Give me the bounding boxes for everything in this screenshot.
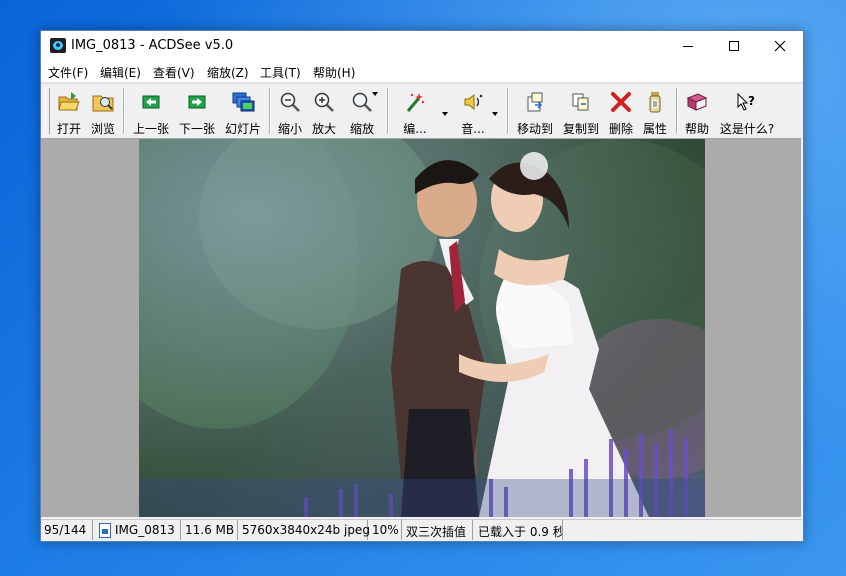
next-label: 下一张 bbox=[178, 122, 215, 136]
status-bar: 95/144 IMG_0813 11.6 MB 5760x3840x24b jp… bbox=[41, 519, 801, 540]
copy-to-label: 复制到 bbox=[562, 122, 599, 136]
status-interpolation-cell: 双三次插值 bbox=[402, 520, 473, 540]
whats-this-icon: ? bbox=[737, 92, 755, 111]
browse-button[interactable]: 浏览 bbox=[87, 86, 119, 136]
toolbar-separator bbox=[387, 88, 389, 134]
status-dimensions-cell: 5760x3840x24b jpeg bbox=[238, 520, 370, 540]
properties-icon bbox=[649, 92, 661, 113]
status-filesize: 11.6 MB bbox=[185, 523, 235, 537]
next-button[interactable]: 下一张 bbox=[175, 86, 219, 136]
chevron-down-icon bbox=[372, 92, 378, 96]
whats-this-label: 这是什么? bbox=[719, 122, 775, 136]
menu-file[interactable]: 文件(F) bbox=[48, 64, 88, 81]
zoom-out-label: 缩小 bbox=[277, 122, 302, 136]
edit-button[interactable]: 编... bbox=[393, 86, 437, 136]
help-label: 帮助 bbox=[684, 122, 709, 136]
zoom-in-label: 放大 bbox=[311, 122, 336, 136]
edit-dropdown-arrow[interactable] bbox=[441, 109, 450, 118]
properties-label: 属性 bbox=[642, 122, 667, 136]
acdsee-window: IMG_0813 - ACDSee v5.0 文件(F) 编辑(E) 查看(V)… bbox=[40, 30, 804, 542]
image-file-icon bbox=[99, 523, 111, 538]
slideshow-button[interactable]: 幻灯片 bbox=[221, 86, 265, 136]
help-button[interactable]: 帮助 bbox=[681, 86, 713, 136]
zoom-in-button[interactable]: 放大 bbox=[308, 86, 340, 136]
status-interpolation: 双三次插值 bbox=[406, 525, 467, 539]
status-index-cell: 95/144 bbox=[41, 520, 93, 540]
sound-label: 音... bbox=[461, 122, 485, 136]
close-button[interactable] bbox=[757, 31, 803, 61]
slideshow-icon bbox=[232, 92, 255, 112]
window-title: IMG_0813 - ACDSee v5.0 bbox=[71, 38, 234, 53]
chevron-down-icon bbox=[442, 112, 448, 116]
next-icon bbox=[188, 95, 206, 109]
zoom-in-icon bbox=[314, 92, 334, 112]
chevron-down-icon bbox=[492, 112, 498, 116]
toolbar-separator bbox=[269, 88, 271, 134]
toolbar-separator bbox=[676, 88, 678, 134]
open-button[interactable]: 打开 bbox=[53, 86, 85, 136]
sound-dropdown-arrow[interactable] bbox=[491, 109, 500, 118]
status-filename-cell: IMG_0813 bbox=[93, 520, 181, 540]
menu-tools[interactable]: 工具(T) bbox=[260, 64, 301, 81]
zoom-out-icon bbox=[280, 92, 300, 112]
zoom-label: 缩放 bbox=[349, 122, 374, 136]
acdsee-app-icon[interactable] bbox=[50, 38, 66, 53]
status-dimensions: 5760x3840x24b jpeg bbox=[242, 523, 370, 537]
toolbar-separator bbox=[123, 88, 125, 134]
help-book-icon bbox=[686, 93, 708, 111]
edit-label: 编... bbox=[403, 122, 427, 136]
delete-button[interactable]: 删除 bbox=[605, 86, 637, 136]
magic-wand-icon bbox=[406, 93, 425, 112]
title-bar[interactable]: IMG_0813 - ACDSee v5.0 bbox=[41, 31, 803, 61]
sound-button[interactable]: 音... bbox=[451, 86, 495, 136]
previous-icon bbox=[142, 95, 160, 109]
status-index: 95/144 bbox=[44, 523, 87, 537]
status-filesize-cell: 11.6 MB bbox=[181, 520, 238, 540]
copy-to-icon bbox=[572, 93, 589, 111]
previous-button[interactable]: 上一张 bbox=[129, 86, 173, 136]
image-viewer[interactable] bbox=[41, 139, 801, 517]
status-filename: IMG_0813 bbox=[115, 523, 175, 537]
minimize-icon bbox=[683, 46, 693, 47]
open-folder-icon bbox=[58, 92, 80, 111]
toolbar: 打开 浏览 上一张 下一张 幻灯片 缩小 放大 缩放 编... 音... 移动到… bbox=[41, 83, 801, 139]
status-load-time: 已载入于 0.9 秒 bbox=[478, 525, 563, 539]
browse-icon bbox=[92, 95, 114, 112]
previous-label: 上一张 bbox=[132, 122, 169, 136]
zoom-dropdown-arrow[interactable] bbox=[371, 89, 380, 98]
maximize-icon bbox=[729, 41, 739, 51]
sound-icon bbox=[464, 93, 483, 111]
browse-label: 浏览 bbox=[90, 122, 115, 136]
status-loadtime-cell: 已载入于 0.9 秒 bbox=[473, 520, 563, 540]
slideshow-label: 幻灯片 bbox=[224, 122, 261, 136]
status-zoom-cell: 10% bbox=[368, 520, 402, 540]
menu-bar: 文件(F) 编辑(E) 查看(V) 缩放(Z) 工具(T) 帮助(H) bbox=[41, 61, 803, 81]
zoom-out-button[interactable]: 缩小 bbox=[274, 86, 306, 136]
minimize-button[interactable] bbox=[665, 31, 711, 61]
delete-icon bbox=[611, 92, 631, 112]
whats-this-button[interactable]: ? 这是什么? bbox=[715, 86, 779, 136]
properties-button[interactable]: 属性 bbox=[639, 86, 671, 136]
delete-label: 删除 bbox=[608, 122, 633, 136]
copy-to-button[interactable]: 复制到 bbox=[559, 86, 603, 136]
move-to-label: 移动到 bbox=[516, 122, 553, 136]
move-to-button[interactable]: 移动到 bbox=[513, 86, 557, 136]
menu-help[interactable]: 帮助(H) bbox=[313, 64, 355, 81]
menu-zoom[interactable]: 缩放(Z) bbox=[207, 64, 249, 81]
menu-view[interactable]: 查看(V) bbox=[153, 64, 195, 81]
status-zoom: 10% bbox=[372, 523, 399, 537]
open-label: 打开 bbox=[56, 122, 81, 136]
toolbar-separator bbox=[507, 88, 509, 134]
menu-edit[interactable]: 编辑(E) bbox=[100, 64, 141, 81]
toolbar-grip[interactable] bbox=[45, 88, 50, 134]
move-to-icon bbox=[527, 92, 543, 112]
close-icon bbox=[774, 40, 786, 52]
svg-text:?: ? bbox=[748, 94, 755, 108]
maximize-button[interactable] bbox=[711, 31, 757, 61]
wedding-photo[interactable] bbox=[139, 139, 705, 517]
